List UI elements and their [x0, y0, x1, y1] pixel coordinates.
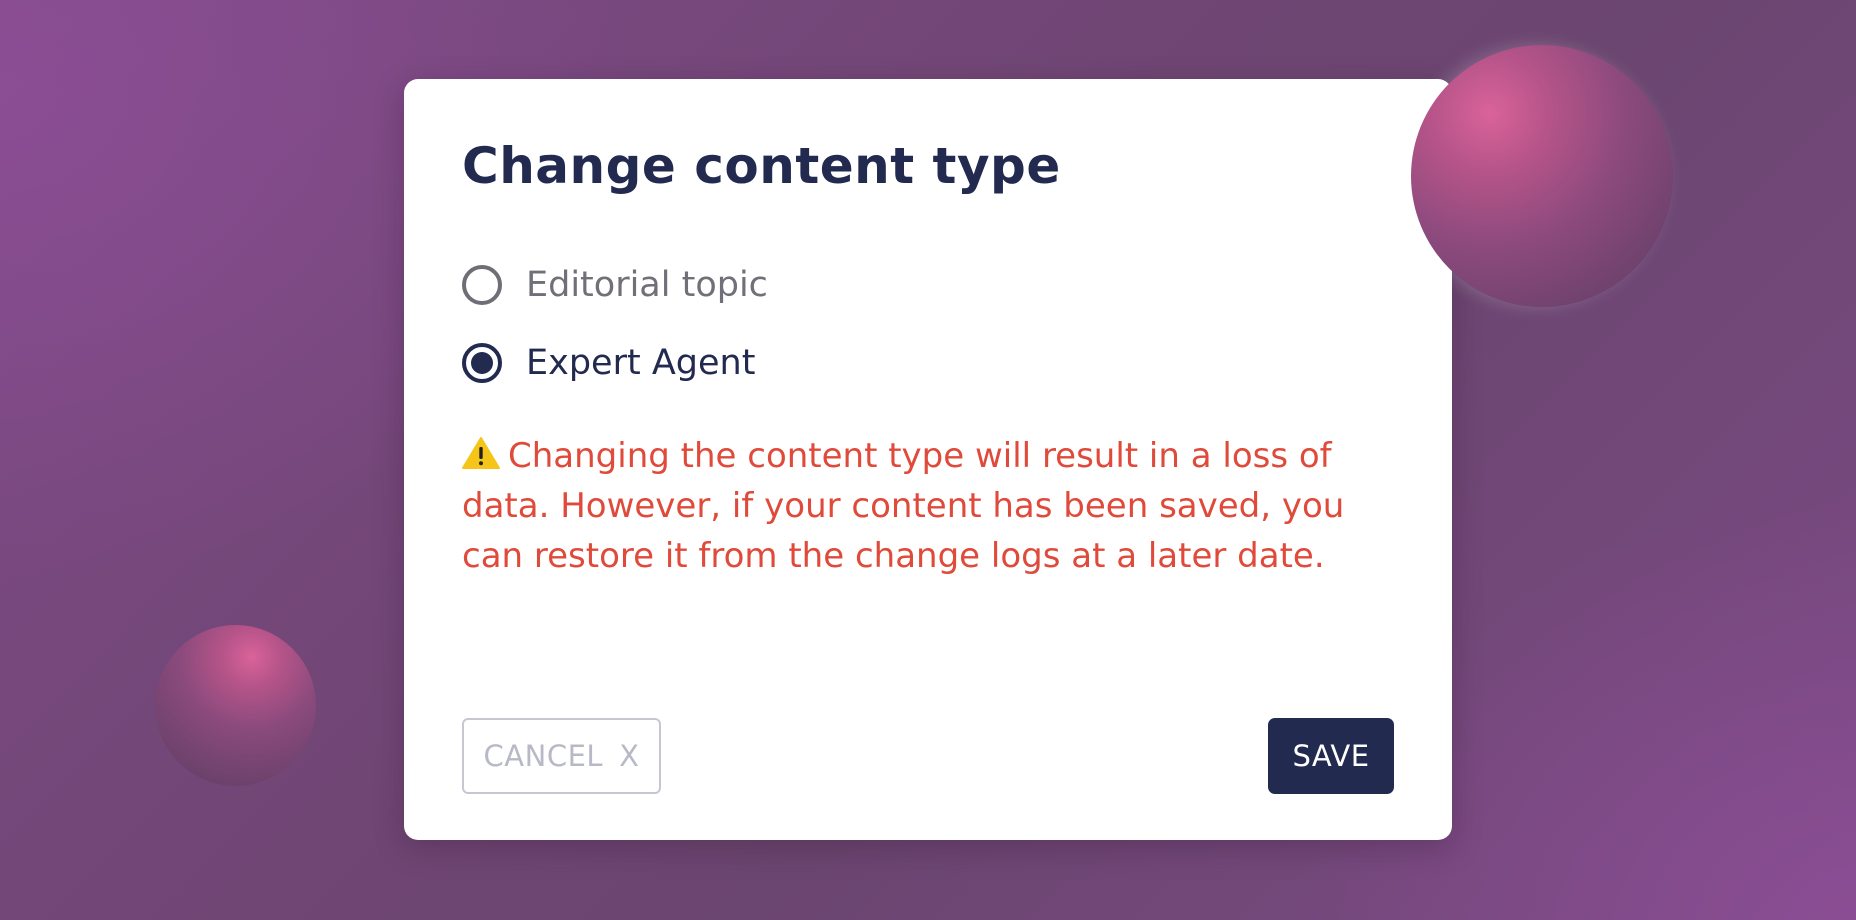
radio-editorial-topic[interactable]	[462, 265, 502, 305]
cancel-button-label: CANCEL	[483, 739, 604, 773]
save-button-label: SAVE	[1292, 739, 1370, 773]
close-icon: X	[619, 739, 640, 773]
cancel-button[interactable]: CANCEL X	[462, 718, 661, 794]
dialog-title: Change content type	[462, 137, 1061, 195]
warning-icon	[462, 437, 500, 469]
option-expert-agent[interactable]: Expert Agent	[462, 343, 755, 383]
warning-text: Changing the content type will result in…	[462, 436, 1345, 576]
decorative-sphere-large	[1411, 45, 1673, 307]
page-background: { "dialog": { "title": "Change content t…	[0, 0, 1856, 920]
option-label-expert-agent: Expert Agent	[526, 343, 756, 383]
decorative-sphere-small	[155, 625, 316, 786]
option-editorial-topic[interactable]: Editorial topic	[462, 265, 768, 305]
save-button[interactable]: SAVE	[1268, 718, 1394, 794]
radio-expert-agent[interactable]	[462, 343, 502, 383]
change-content-type-dialog: Change content type Editorial topic Expe…	[404, 79, 1452, 840]
option-label-editorial-topic: Editorial topic	[526, 265, 768, 305]
warning-message: Changing the content type will result in…	[462, 431, 1362, 581]
